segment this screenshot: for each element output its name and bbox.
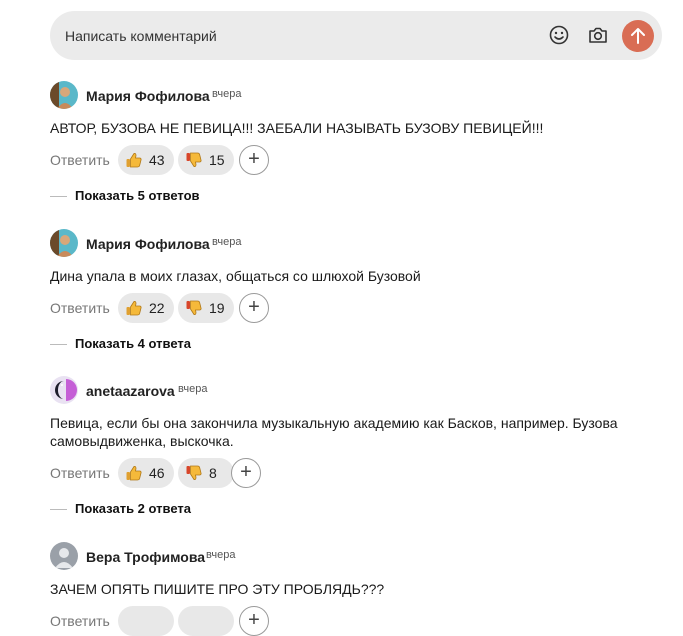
avatar[interactable] (50, 542, 78, 570)
comment-text: Певица, если бы она закончила музыкальну… (50, 414, 650, 450)
author-name[interactable]: anetaazarova (86, 383, 175, 399)
comment-text: Дина упала в моих глазах, общаться со шл… (50, 268, 421, 284)
comment-text: АВТОР, БУЗОВА НЕ ПЕВИЦА!!! ЗАЕБАЛИ НАЗЫВ… (50, 120, 544, 136)
dislike-button[interactable]: 15 (178, 145, 234, 175)
comment-time: вчера (206, 549, 236, 561)
like-count: 43 (149, 152, 165, 168)
dislike-count: 19 (209, 300, 225, 316)
thumbs-up-icon (125, 151, 143, 169)
dislike-count: 8 (209, 465, 217, 481)
comment-time: вчера (212, 236, 242, 248)
comment-item: Мария Фофилова вчера АВТОР, БУЗОВА НЕ ПЕ… (50, 81, 670, 203)
show-replies-label[interactable]: Показать 5 ответов (75, 188, 200, 203)
divider (50, 196, 67, 197)
comment-item: anetaazarova вчера Певица, если бы она з… (50, 376, 670, 516)
comment-item: Мария Фофилова вчера Дина упала в моих г… (50, 229, 670, 351)
author-name[interactable]: Мария Фофилова (86, 88, 210, 104)
dislike-button[interactable] (178, 606, 234, 636)
comment-composer[interactable]: Написать комментарий (50, 11, 662, 60)
divider (50, 344, 67, 345)
show-replies-label[interactable]: Показать 2 ответа (75, 501, 191, 516)
thumbs-down-icon (185, 464, 203, 482)
author-name[interactable]: Вера Трофимова (86, 549, 205, 565)
comment-time: вчера (178, 383, 208, 395)
comment-input-placeholder[interactable]: Написать комментарий (65, 28, 217, 44)
like-button[interactable]: 43 (118, 145, 174, 175)
like-button[interactable]: 46 (118, 458, 174, 488)
add-reaction-button[interactable]: + (239, 145, 269, 175)
avatar[interactable] (50, 229, 78, 257)
comment-item: Вера Трофимова вчера ЗАЧЕМ ОПЯТЬ ПИШИТЕ … (50, 542, 670, 636)
smiley-icon[interactable] (548, 24, 570, 46)
send-arrow-icon (631, 28, 645, 44)
add-reaction-button[interactable]: + (239, 293, 269, 323)
reply-button[interactable]: Ответить (50, 152, 110, 168)
like-count: 46 (149, 465, 165, 481)
camera-icon[interactable] (587, 24, 609, 46)
comment-time: вчера (212, 88, 242, 100)
send-button[interactable] (622, 20, 654, 52)
thumbs-down-icon (185, 151, 203, 169)
like-button[interactable] (118, 606, 174, 636)
dislike-button[interactable]: 19 (178, 293, 234, 323)
comment-text-line: Певица, если бы она закончила музыкальну… (50, 415, 618, 431)
author-name[interactable]: Мария Фофилова (86, 236, 210, 252)
comment-text-line: самовыдвиженка, выскочка. (50, 433, 234, 449)
dislike-button[interactable]: 8 (178, 458, 234, 488)
reply-button[interactable]: Ответить (50, 613, 110, 629)
divider (50, 509, 67, 510)
thumbs-up-icon (125, 299, 143, 317)
add-reaction-button[interactable]: + (231, 458, 261, 488)
like-count: 22 (149, 300, 165, 316)
reply-button[interactable]: Ответить (50, 465, 110, 481)
show-replies-label[interactable]: Показать 4 ответа (75, 336, 191, 351)
like-button[interactable]: 22 (118, 293, 174, 323)
thumbs-up-icon (125, 464, 143, 482)
avatar[interactable] (50, 81, 78, 109)
avatar[interactable] (50, 376, 78, 404)
dislike-count: 15 (209, 152, 225, 168)
comment-text: ЗАЧЕМ ОПЯТЬ ПИШИТЕ ПРО ЭТУ ПРОБЛЯДЬ??? (50, 581, 385, 597)
thumbs-down-icon (185, 299, 203, 317)
add-reaction-button[interactable]: + (239, 606, 269, 636)
reply-button[interactable]: Ответить (50, 300, 110, 316)
